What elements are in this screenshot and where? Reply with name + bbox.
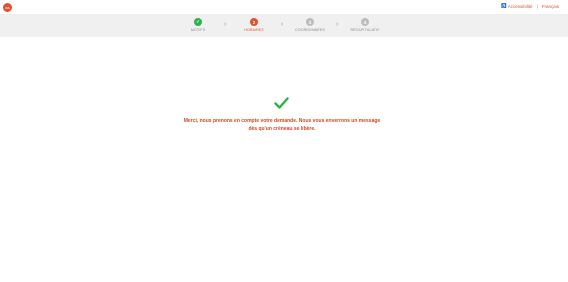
step-label: HORAIRES	[244, 28, 264, 32]
separator: |	[536, 3, 538, 9]
step-label: MOTIFS	[190, 28, 206, 32]
accessibility-link[interactable]: ♿ Accessibilité	[501, 3, 532, 9]
step-number: 2	[250, 18, 258, 26]
step-number: 3	[306, 18, 314, 26]
language-selector[interactable]: Français	[542, 4, 559, 9]
step-done-check-icon: ✓	[194, 18, 202, 26]
progress-steps: ✓ MOTIFS › 2 HORAIRES › 3 COORDONNÉES › …	[0, 15, 568, 37]
step-label: RÉCAPITULATIF	[350, 28, 380, 32]
step-coordonnees[interactable]: 3 COORDONNÉES	[280, 18, 340, 32]
step-horaires[interactable]: 2 HORAIRES	[224, 18, 284, 32]
step-label: COORDONNÉES	[295, 28, 325, 32]
message-line: Merci, nous prenons en compte votre dema…	[183, 118, 381, 124]
brand-logo[interactable]: RA	[3, 3, 12, 12]
step-motifs[interactable]: ✓ MOTIFS	[168, 18, 228, 32]
main-content: Merci, nous prenons en compte votre dema…	[0, 37, 568, 282]
confirmation-message: Merci, nous prenons en compte votre dema…	[160, 117, 404, 133]
step-recapitulatif[interactable]: 4 RÉCAPITULATIF	[335, 18, 395, 32]
accessibility-icon: ♿	[501, 3, 507, 8]
top-header: RA ♿ Accessibilité | Français	[0, 0, 568, 15]
step-number: 4	[361, 18, 369, 26]
message-line: dès qu'un créneau se libère.	[248, 126, 316, 132]
top-links: ♿ Accessibilité | Français	[501, 3, 559, 9]
success-check-icon	[274, 97, 289, 109]
